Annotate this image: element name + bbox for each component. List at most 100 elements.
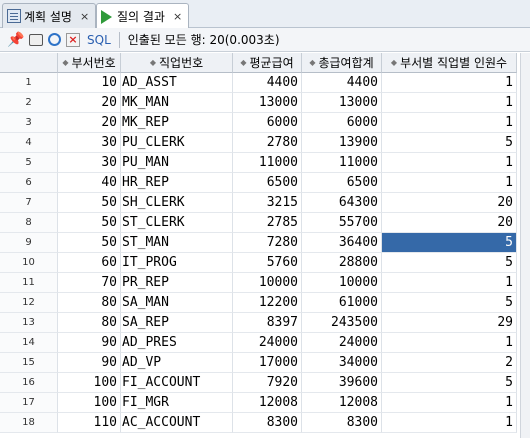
table-cell-sum[interactable]: 13900	[302, 133, 382, 153]
table-cell-dept[interactable]: 100	[58, 393, 121, 413]
table-cell-cnt[interactable]: 1	[382, 273, 517, 293]
table-cell-avg[interactable]: 3215	[233, 193, 302, 213]
table-cell-cnt[interactable]: 1	[382, 93, 517, 113]
close-icon[interactable]: ×	[173, 10, 182, 23]
table-cell-avg[interactable]: 8397	[233, 313, 302, 333]
table-cell-avg[interactable]: 8300	[233, 413, 302, 433]
table-row[interactable]: 14 90 AD_PRES 24000 24000 1	[0, 333, 520, 353]
table-cell-dept[interactable]: 50	[58, 193, 121, 213]
table-row[interactable]: 2 20 MK_MAN 13000 13000 1	[0, 93, 520, 113]
print-icon[interactable]	[29, 33, 43, 46]
row-number[interactable]: 8	[0, 213, 58, 233]
table-cell-dept[interactable]: 10	[58, 73, 121, 93]
table-cell-sum[interactable]: 13000	[302, 93, 382, 113]
table-cell-avg[interactable]: 17000	[233, 353, 302, 373]
table-cell-cnt[interactable]: 1	[382, 113, 517, 133]
table-cell-job[interactable]: MK_MAN	[121, 93, 233, 113]
table-cell-dept[interactable]: 100	[58, 373, 121, 393]
row-number[interactable]: 15	[0, 353, 58, 373]
table-cell-dept[interactable]: 50	[58, 213, 121, 233]
header-headcount[interactable]: ◆ 부서별 직업별 인원수	[382, 53, 517, 73]
table-row[interactable]: 10 60 IT_PROG 5760 28800 5	[0, 253, 520, 273]
table-row[interactable]: 8 50 ST_CLERK 2785 55700 20	[0, 213, 520, 233]
table-row[interactable]: 11 70 PR_REP 10000 10000 1	[0, 273, 520, 293]
table-cell-sum[interactable]: 6500	[302, 173, 382, 193]
row-number[interactable]: 5	[0, 153, 58, 173]
table-cell-sum[interactable]: 10000	[302, 273, 382, 293]
table-cell-avg[interactable]: 6500	[233, 173, 302, 193]
table-row[interactable]: 17 100 FI_MGR 12008 12008 1	[0, 393, 520, 413]
table-cell-dept[interactable]: 80	[58, 313, 121, 333]
row-number[interactable]: 7	[0, 193, 58, 213]
table-cell-cnt[interactable]: 1	[382, 73, 517, 93]
table-cell-dept[interactable]: 90	[58, 353, 121, 373]
table-cell-avg[interactable]: 2785	[233, 213, 302, 233]
row-number[interactable]: 2	[0, 93, 58, 113]
table-cell-cnt[interactable]: 5	[382, 373, 517, 393]
table-cell-dept[interactable]: 50	[58, 233, 121, 253]
row-number[interactable]: 3	[0, 113, 58, 133]
sql-button[interactable]: SQL	[87, 33, 111, 47]
table-cell-job[interactable]: FI_ACCOUNT	[121, 373, 233, 393]
table-cell-cnt[interactable]: 20	[382, 213, 517, 233]
table-cell-cnt[interactable]: 5	[382, 293, 517, 313]
row-number[interactable]: 12	[0, 293, 58, 313]
pin-icon[interactable]: 📌	[7, 32, 24, 48]
table-cell-cnt[interactable]: 1	[382, 413, 517, 433]
table-cell-job[interactable]: SH_CLERK	[121, 193, 233, 213]
table-cell-cnt[interactable]: 20	[382, 193, 517, 213]
row-number[interactable]: 11	[0, 273, 58, 293]
table-cell-avg[interactable]: 12008	[233, 393, 302, 413]
table-cell-avg[interactable]: 4400	[233, 73, 302, 93]
row-number[interactable]: 6	[0, 173, 58, 193]
table-cell-dept[interactable]: 90	[58, 333, 121, 353]
row-number[interactable]: 4	[0, 133, 58, 153]
table-cell-avg[interactable]: 7920	[233, 373, 302, 393]
table-cell-cnt[interactable]: 5	[382, 233, 517, 253]
table-cell-dept[interactable]: 60	[58, 253, 121, 273]
table-cell-dept[interactable]: 110	[58, 413, 121, 433]
table-cell-sum[interactable]: 34000	[302, 353, 382, 373]
table-cell-job[interactable]: AC_ACCOUNT	[121, 413, 233, 433]
table-cell-avg[interactable]: 10000	[233, 273, 302, 293]
table-cell-sum[interactable]: 28800	[302, 253, 382, 273]
table-row[interactable]: 1 10 AD_ASST 4400 4400 1	[0, 73, 520, 93]
tab-explain-plan[interactable]: 계획 설명 ×	[2, 3, 97, 28]
row-number[interactable]: 16	[0, 373, 58, 393]
refresh-icon[interactable]	[48, 33, 61, 46]
table-row[interactable]: 5 30 PU_MAN 11000 11000 1	[0, 153, 520, 173]
table-cell-cnt[interactable]: 5	[382, 253, 517, 273]
table-cell-dept[interactable]: 40	[58, 173, 121, 193]
delete-icon[interactable]: ×	[66, 32, 80, 47]
table-cell-job[interactable]: ST_MAN	[121, 233, 233, 253]
row-number[interactable]: 1	[0, 73, 58, 93]
table-cell-job[interactable]: HR_REP	[121, 173, 233, 193]
table-cell-avg[interactable]: 5760	[233, 253, 302, 273]
table-cell-job[interactable]: ST_CLERK	[121, 213, 233, 233]
table-cell-avg[interactable]: 2780	[233, 133, 302, 153]
table-cell-sum[interactable]: 55700	[302, 213, 382, 233]
table-cell-job[interactable]: PU_CLERK	[121, 133, 233, 153]
table-cell-dept[interactable]: 20	[58, 93, 121, 113]
table-cell-sum[interactable]: 8300	[302, 413, 382, 433]
table-cell-cnt[interactable]: 29	[382, 313, 517, 333]
vertical-scrollbar[interactable]	[520, 53, 530, 438]
table-cell-job[interactable]: PR_REP	[121, 273, 233, 293]
table-cell-job[interactable]: MK_REP	[121, 113, 233, 133]
table-cell-dept[interactable]: 30	[58, 153, 121, 173]
table-row[interactable]: 7 50 SH_CLERK 3215 64300 20	[0, 193, 520, 213]
table-cell-job[interactable]: SA_MAN	[121, 293, 233, 313]
table-cell-dept[interactable]: 20	[58, 113, 121, 133]
header-avg-salary[interactable]: ◆ 평균급여	[233, 53, 302, 73]
table-cell-avg[interactable]: 24000	[233, 333, 302, 353]
table-cell-job[interactable]: SA_REP	[121, 313, 233, 333]
table-cell-job[interactable]: AD_ASST	[121, 73, 233, 93]
table-cell-dept[interactable]: 70	[58, 273, 121, 293]
table-row[interactable]: 16 100 FI_ACCOUNT 7920 39600 5	[0, 373, 520, 393]
table-cell-sum[interactable]: 6000	[302, 113, 382, 133]
table-cell-sum[interactable]: 36400	[302, 233, 382, 253]
table-row[interactable]: 4 30 PU_CLERK 2780 13900 5	[0, 133, 520, 153]
table-row[interactable]: 6 40 HR_REP 6500 6500 1	[0, 173, 520, 193]
table-cell-sum[interactable]: 61000	[302, 293, 382, 313]
table-cell-cnt[interactable]: 1	[382, 333, 517, 353]
